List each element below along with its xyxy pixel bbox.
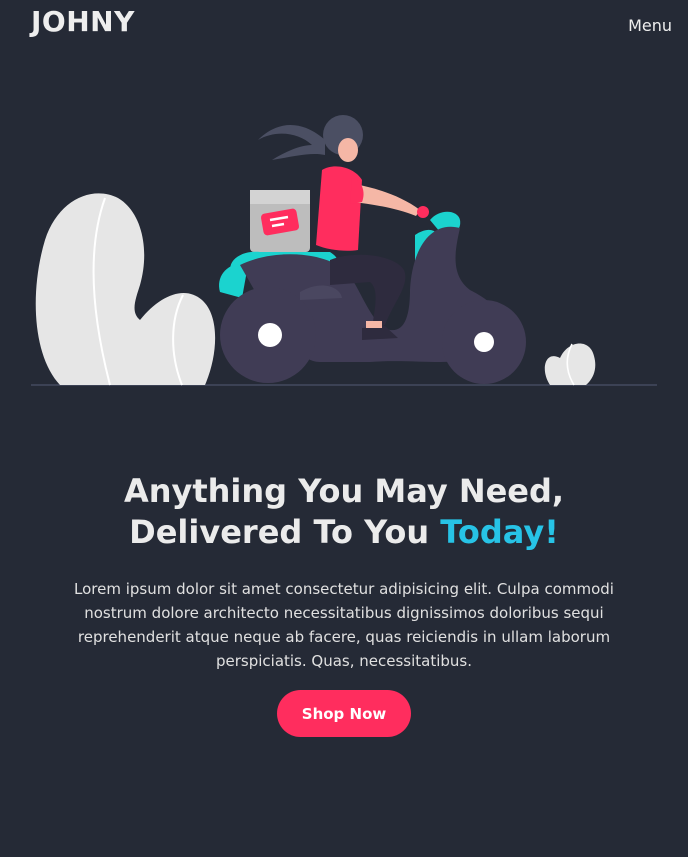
menu-button[interactable]: Menu: [628, 16, 672, 36]
headline-accent: Today!: [440, 513, 559, 552]
small-leaf-plant: [544, 343, 596, 386]
large-leaf-plant: [35, 193, 216, 386]
hero-headline: Anything You May Need, Delivered To You …: [0, 471, 688, 553]
hero-description: Lorem ipsum dolor sit amet consectetur a…: [74, 580, 614, 670]
top-bar: JOHNY Menu: [0, 0, 688, 50]
hair: [258, 124, 325, 160]
headline-line-1: Anything You May Need,: [123, 472, 565, 511]
brand-logo[interactable]: JOHNY: [31, 4, 135, 40]
hand: [417, 206, 429, 218]
headline-line-2: Delivered To You: [129, 513, 441, 552]
delivery-scooter-illustration: [31, 115, 657, 386]
face: [338, 138, 358, 162]
delivery-box: [250, 190, 310, 252]
shop-now-button[interactable]: Shop Now: [277, 690, 411, 737]
